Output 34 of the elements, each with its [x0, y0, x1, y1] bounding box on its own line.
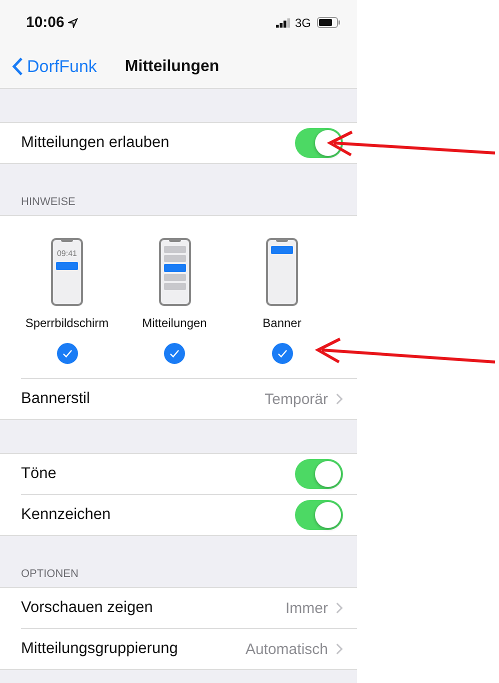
- row-label: Mitteilungen erlauben: [21, 134, 170, 152]
- signal-icon: [276, 18, 291, 28]
- battery-icon: [317, 17, 341, 28]
- row-value: Immer: [286, 600, 328, 616]
- check-circle[interactable]: [164, 343, 185, 364]
- chevron-icon: [336, 643, 343, 655]
- style-label: Mitteilungen: [142, 316, 207, 330]
- chevron-icon: [336, 393, 343, 405]
- network-label: 3G: [294, 16, 311, 30]
- phone-preview-drawing: [158, 238, 190, 306]
- check-circle[interactable]: [56, 343, 78, 364]
- phone-preview-drawing: [266, 238, 298, 306]
- location-icon: [68, 18, 78, 28]
- section-header: OPTIONEN: [21, 568, 78, 580]
- phone-preview-drawing: 09:41: [51, 238, 83, 306]
- toggle-switch[interactable]: [295, 459, 343, 489]
- back-button[interactable]: DorfFunk: [12, 56, 97, 76]
- row-label: Töne: [21, 465, 58, 483]
- screen-title: Mitteilungen: [124, 58, 220, 76]
- row-label: Bannerstil: [21, 390, 91, 408]
- toggle-switch[interactable]: [295, 128, 343, 158]
- check-circle[interactable]: [272, 343, 292, 364]
- toggle-switch[interactable]: [295, 500, 343, 530]
- row-value: Automatisch: [245, 640, 328, 658]
- row-label: Vorschauen zeigen: [21, 599, 154, 617]
- back-chevron-icon: [12, 57, 23, 76]
- row-label: Mitteilungsgruppierung: [21, 640, 179, 658]
- row-value: Temporär: [264, 390, 328, 408]
- style-label: Banner: [262, 316, 302, 330]
- style-label: Sperrbildschirm: [25, 316, 109, 330]
- row-label: Kennzeichen: [21, 506, 112, 524]
- status-time: 10:06: [26, 14, 64, 31]
- section-header: HINWEISE: [21, 196, 76, 208]
- chevron-icon: [336, 602, 343, 614]
